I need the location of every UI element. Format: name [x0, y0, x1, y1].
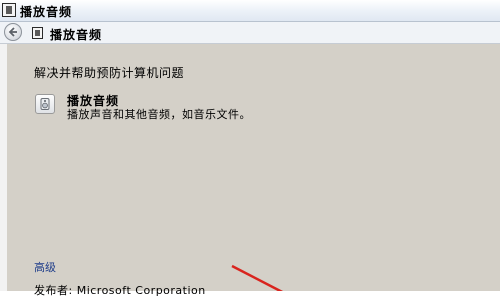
annotation-arrow — [231, 264, 284, 291]
